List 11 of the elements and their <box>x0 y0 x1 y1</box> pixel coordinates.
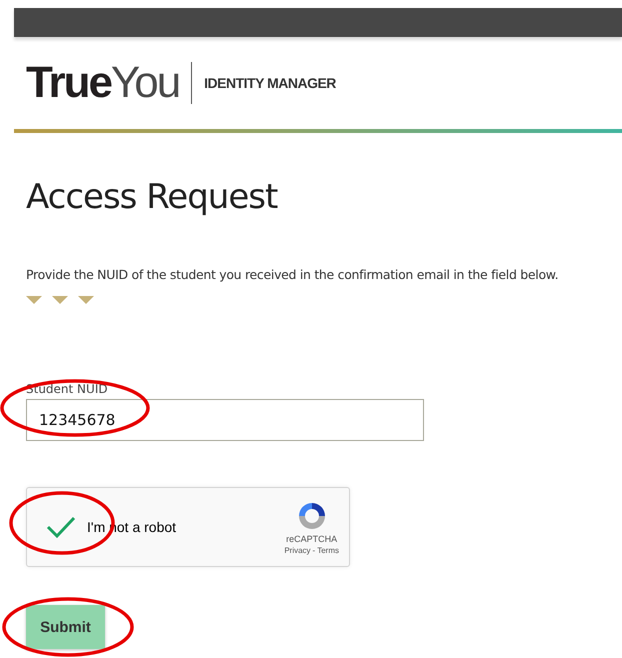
logo: TrueYou <box>26 61 180 105</box>
footer-link[interactable]: Terms <box>317 546 339 554</box>
instructions: Provide the NUID of the student you received in the confirmation email in the field below. <box>26 267 560 282</box>
recaptcha-brand: reCAPTCHA <box>286 534 338 544</box>
nuid-input[interactable]: 12345678 <box>26 399 424 441</box>
app-subtitle: IDENTITY MANAGER <box>204 75 336 91</box>
link-separator: - <box>312 546 316 554</box>
triangles-icon <box>26 296 94 306</box>
footer-link[interactable]: Privacy <box>284 546 311 554</box>
page-title: Access Request <box>26 177 278 217</box>
submit-button[interactable]: Submit <box>26 605 105 649</box>
